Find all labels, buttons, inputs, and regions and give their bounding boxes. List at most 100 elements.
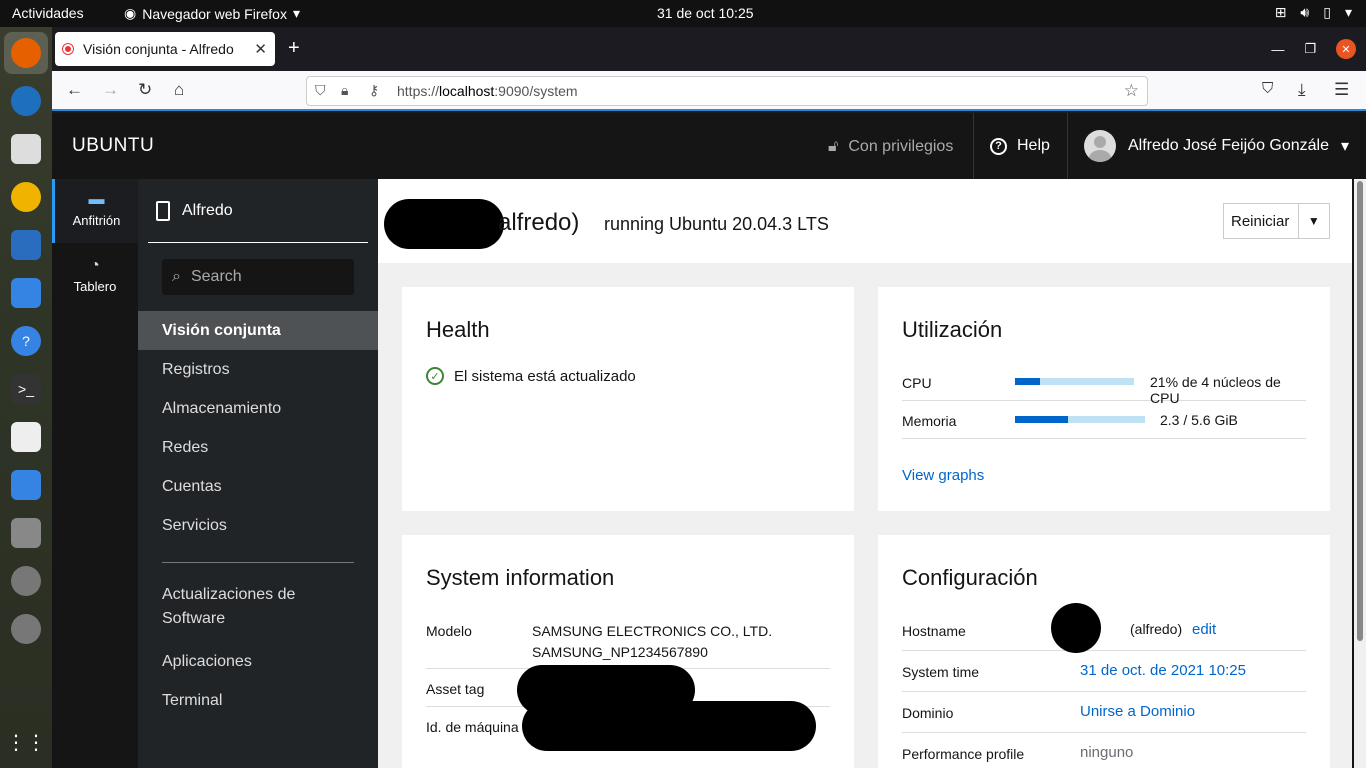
system-time-link[interactable]: 31 de oct. de 2021 10:25 [1080,662,1246,679]
lock-icon[interactable]: 🔒︎ [341,82,348,99]
sidebar-item-cuentas[interactable]: Cuentas [138,467,378,506]
restart-button[interactable]: Reiniciar ▼ [1223,203,1330,239]
sidebar-item-terminal[interactable]: Terminal [138,681,378,720]
scrollbar-thumb[interactable] [1357,181,1363,641]
search-input[interactable]: ⌕ Search [162,259,354,295]
gnome-top-bar: Actividades ◉ Navegador web Firefox ▾ 31… [0,0,1366,27]
sidebar-item-servicios[interactable]: Servicios [138,506,378,545]
health-status-text: El sistema está actualizado [454,367,636,385]
clock[interactable]: 31 de oct 10:25 [657,5,754,21]
configuration-card: Configuración Hostname (alfredo) edit Sy… [878,535,1330,768]
system-information-card: System information Modelo SAMSUNG ELECTR… [402,535,854,768]
nav-label: Tablero [73,279,117,294]
battery-icon: ▯ [1323,4,1331,20]
usb-drive-icon[interactable] [11,518,41,548]
shield-icon[interactable]: ⛉ [315,82,326,99]
files-icon[interactable] [11,134,41,164]
document-viewer-icon[interactable] [11,422,41,452]
key-icon[interactable]: ⚷ [369,82,379,99]
card-title: System information [426,565,615,590]
server-icon: ▬ [88,191,105,208]
user-name: Alfredo José Feijóo Gonzále [1128,137,1329,154]
terminal-icon[interactable]: >_ [11,374,41,404]
rhythmbox-icon[interactable] [11,182,41,212]
machine-id-label: Id. de máquina [426,719,519,735]
scrollbar[interactable] [1354,179,1366,768]
search-placeholder: Search [190,268,242,285]
software-icon[interactable] [11,278,41,308]
usage-card: Utilización CPU 21% de 4 núcleos de CPU … [878,287,1330,511]
chevron-down-icon[interactable]: ▼ [1297,204,1329,238]
nav-tablero[interactable]: ◔ Tablero [52,245,138,309]
view-graphs-link[interactable]: View graphs [902,467,984,484]
cockpit-app: UBUNTU 🔓︎ Con privilegios ? Help Alfredo… [52,113,1366,768]
thunderbird-icon[interactable] [11,86,41,116]
back-icon[interactable]: ← [66,80,83,100]
model-value: SAMSUNG ELECTRONICS CO., LTD. SAMSUNG_NP1… [532,621,772,663]
memory-row: Memoria 2.3 / 5.6 GiB [902,401,1306,439]
page-header: alfredo) running Ubuntu 20.04.3 LTS Rein… [378,179,1352,263]
nav-anfitrion[interactable]: ▬ Anfitrión [52,179,138,243]
chevron-down-icon: ▾ [1341,138,1350,155]
help-icon[interactable]: ? [11,326,41,356]
disk-icon[interactable] [11,614,41,644]
favicon-icon [63,44,73,54]
sidebar-item-actualizaciones[interactable]: Actualizaciones de Software [138,579,378,635]
close-window-icon[interactable]: ✕ [1336,39,1356,59]
hostname-edit-link[interactable]: edit [1192,621,1216,638]
menu-icon[interactable]: ☰ [1334,80,1349,100]
new-tab-icon[interactable]: + [288,37,300,60]
close-tab-icon[interactable]: ✕ [254,40,267,58]
app-menu[interactable]: ◉ Navegador web Firefox ▾ [124,5,300,22]
dashboard-icon: ◔ [90,257,100,274]
browser-tab[interactable]: Visión conjunta - Alfredo ✕ [55,32,275,66]
privileges-button[interactable]: 🔓︎ Con privilegios [828,138,953,156]
performance-profile-value[interactable]: ninguno [1080,744,1133,761]
health-status: ✓ El sistema está actualizado [426,367,636,385]
reload-icon[interactable]: ↻ [138,80,152,100]
screenshot-icon[interactable] [11,470,41,500]
card-title: Configuración [902,565,1038,590]
sidebar: Alfredo ⌕ Search Visión conjunta Registr… [138,179,378,768]
hostname-value: (alfredo) [1130,621,1183,637]
user-menu[interactable]: Alfredo José Feijóo Gonzále ▾ [1084,130,1349,162]
pocket-icon[interactable]: ⛉ [1262,80,1273,97]
sidebar-host[interactable]: Alfredo [148,179,368,243]
firefox-icon[interactable] [11,38,41,68]
nav-label: Anfitrión [72,213,121,228]
page-subtitle: running Ubuntu 20.04.3 LTS [604,214,829,234]
activities-button[interactable]: Actividades [12,5,84,21]
home-icon[interactable]: ⌂ [174,80,184,100]
sidebar-item-vision-conjunta[interactable]: Visión conjunta [138,311,378,350]
download-icon[interactable]: ⤓ [1298,80,1306,100]
system-time-row: System time 31 de oct. de 2021 10:25 [902,651,1306,692]
asset-tag-label: Asset tag [426,681,485,697]
minimize-icon[interactable]: — [1271,42,1284,57]
brand-title: UBUNTU [72,135,155,156]
check-circle-icon: ✓ [426,367,444,385]
join-domain-link[interactable]: Unirse a Dominio [1080,703,1195,720]
forward-icon[interactable]: → [102,80,119,100]
memory-progress-bar [1015,416,1145,423]
disk-icon[interactable] [11,566,41,596]
show-apps-icon[interactable]: ⋮⋮ [6,727,46,757]
sidebar-item-registros[interactable]: Registros [138,350,378,389]
sidebar-item-aplicaciones[interactable]: Aplicaciones [138,642,378,681]
sidebar-divider [162,562,354,563]
sidebar-item-almacenamiento[interactable]: Almacenamiento [138,389,378,428]
system-tray[interactable]: ⊞ 🔊︎ ▯ ▾ [1275,4,1352,21]
url-path: :9090/system [494,83,578,99]
sidebar-item-redes[interactable]: Redes [138,428,378,467]
maximize-icon[interactable]: ❐ [1304,41,1316,57]
window-controls: — ❐ ✕ [1271,39,1356,59]
writer-icon[interactable] [11,230,41,260]
unlock-icon: 🔓︎ [828,138,839,155]
model-label: Modelo [426,623,472,639]
url-text[interactable]: https://localhost:9090/system [397,83,578,99]
url-bar[interactable]: ⛉ 🔒︎ ⚷ https://localhost:9090/system ☆ [306,76,1148,106]
page-title: alfredo) [498,209,580,236]
card-title: Health [426,317,490,342]
network-icon: ⊞ [1274,4,1287,20]
bookmark-star-icon[interactable]: ☆ [1124,81,1139,101]
help-button[interactable]: ? Help [973,113,1068,179]
